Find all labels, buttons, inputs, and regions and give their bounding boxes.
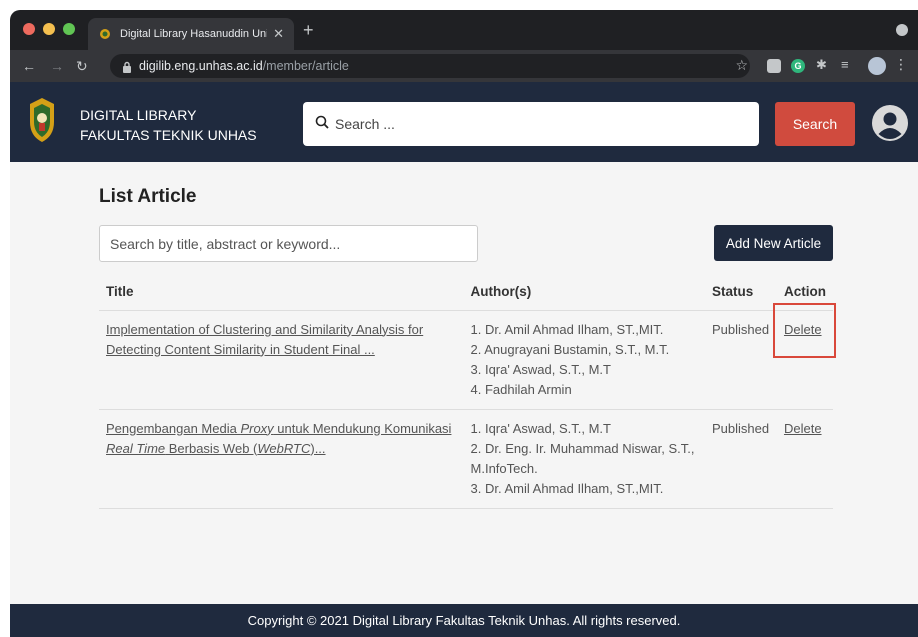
delete-link[interactable]: Delete <box>784 421 822 436</box>
author-item: 2. Dr. Eng. Ir. Muhammad Niswar, S.T., <box>470 440 695 456</box>
minimize-window-button[interactable] <box>43 23 55 35</box>
author-item: M.InfoTech. <box>470 460 538 476</box>
search-icon <box>315 115 329 134</box>
browser-toolbar: ← → ↻ digilib.eng.unhas.ac.id/member/art… <box>10 50 918 82</box>
page-title: List Article <box>99 186 197 207</box>
tab-title: Digital Library Hasanuddin Uni <box>120 28 268 40</box>
authors-cell: 1. Iqra' Aswad, S.T., M.T 2. Dr. Eng. Ir… <box>463 409 705 509</box>
title-part-italic: WebRTC <box>257 440 311 456</box>
brand-line2: FAKULTAS TEKNIK UNHAS <box>80 127 257 143</box>
unhas-logo[interactable] <box>24 96 60 144</box>
url-path: /member/article <box>262 59 349 73</box>
article-title-line2: Detecting Content Similarity in Student … <box>106 341 375 357</box>
reload-icon[interactable]: ↻ <box>76 57 88 75</box>
article-title-link[interactable]: Implementation of Clustering and Similar… <box>106 322 423 357</box>
bookmark-star-icon[interactable]: ☆ <box>735 57 748 74</box>
column-header-action: Action <box>776 274 833 311</box>
camera-extension-icon[interactable] <box>767 59 781 73</box>
site-search-input[interactable] <box>335 116 759 132</box>
maximize-window-button[interactable] <box>63 23 75 35</box>
action-cell: Delete <box>776 409 833 509</box>
brand-line1: DIGITAL LIBRARY <box>80 107 197 123</box>
add-new-article-button[interactable]: Add New Article <box>714 225 833 261</box>
title-part-italic: Proxy <box>240 420 274 436</box>
lock-icon <box>122 60 132 73</box>
unhas-favicon-icon <box>98 27 112 41</box>
profile-avatar-icon[interactable] <box>868 57 886 75</box>
author-item: 3. Iqra' Aswad, S.T., M.T <box>470 361 611 377</box>
user-avatar-icon[interactable] <box>871 104 909 142</box>
column-header-title: Title <box>99 274 464 311</box>
title-part: Pengembangan Media <box>106 420 241 436</box>
forward-arrow-icon[interactable]: → <box>50 57 64 75</box>
extensions-puzzle-icon[interactable]: ✱ <box>816 57 830 72</box>
browser-profile-icon[interactable] <box>896 24 908 36</box>
status-cell: Published <box>704 310 777 410</box>
site-search-button[interactable]: Search <box>775 102 855 146</box>
browser-tab[interactable]: Digital Library Hasanuddin Uni ✕ <box>88 18 294 50</box>
article-title-link[interactable]: Pengembangan Media Proxy untuk Mendukung… <box>106 421 451 456</box>
site-brand[interactable]: DIGITAL LIBRARY FAKULTAS TEKNIK UNHAS <box>80 105 257 145</box>
column-header-status: Status <box>704 274 777 311</box>
close-window-button[interactable] <box>23 23 35 35</box>
site-footer: Copyright © 2021 Digital Library Fakulta… <box>10 604 918 637</box>
title-part-italic: Real Time <box>106 440 166 456</box>
article-title-cell: Implementation of Clustering and Similar… <box>99 310 464 410</box>
author-item: 4. Fadhilah Armin <box>470 381 572 397</box>
author-item: 3. Dr. Amil Ahmad Ilham, ST.,MIT. <box>470 480 664 496</box>
url-host: digilib.eng.unhas.ac.id <box>139 59 263 73</box>
author-item: 2. Anugrayani Bustamin, S.T., M.T. <box>470 341 670 357</box>
article-table: Title Author(s) Status Action Implementa… <box>99 274 833 509</box>
table-header-row: Title Author(s) Status Action <box>99 274 833 311</box>
article-search-input[interactable] <box>99 225 478 262</box>
article-title-line1: Implementation of Clustering and Similar… <box>106 321 424 337</box>
status-cell: Published <box>704 409 777 509</box>
table-row: Pengembangan Media Proxy untuk Mendukung… <box>99 409 833 509</box>
back-arrow-icon[interactable]: ← <box>22 57 36 75</box>
column-header-authors: Author(s) <box>463 274 705 311</box>
action-cell: Delete <box>776 310 833 410</box>
tab-close-icon[interactable]: ✕ <box>273 26 284 42</box>
delete-link[interactable]: Delete <box>784 322 822 337</box>
title-part: )... <box>310 440 326 456</box>
article-title-cell: Pengembangan Media Proxy untuk Mendukung… <box>99 409 464 509</box>
author-item: 1. Dr. Amil Ahmad Ilham, ST.,MIT. <box>470 321 664 337</box>
browser-window: Digital Library Hasanuddin Uni ✕ + ← → ↻… <box>10 10 918 637</box>
browser-menu-icon[interactable]: ⋮ <box>894 56 908 72</box>
site-search-box <box>303 102 759 146</box>
browser-titlebar: Digital Library Hasanuddin Uni ✕ + <box>10 10 918 50</box>
author-item: 1. Iqra' Aswad, S.T., M.T <box>470 420 611 436</box>
new-tab-button[interactable]: + <box>303 20 314 40</box>
title-part: untuk Mendukung Komunikasi <box>273 420 452 436</box>
title-part: Berbasis Web ( <box>165 440 258 456</box>
main-content: List Article Add New Article Title Autho… <box>10 162 918 613</box>
authors-cell: 1. Dr. Amil Ahmad Ilham, ST.,MIT. 2. Anu… <box>463 310 705 410</box>
address-bar[interactable]: digilib.eng.unhas.ac.id/member/article <box>110 54 750 78</box>
table-row: Implementation of Clustering and Similar… <box>99 310 833 410</box>
reading-list-icon[interactable]: ≡ <box>841 57 855 72</box>
grammarly-extension-icon[interactable]: G <box>791 59 805 73</box>
site-header: DIGITAL LIBRARY FAKULTAS TEKNIK UNHAS Se… <box>10 82 918 162</box>
